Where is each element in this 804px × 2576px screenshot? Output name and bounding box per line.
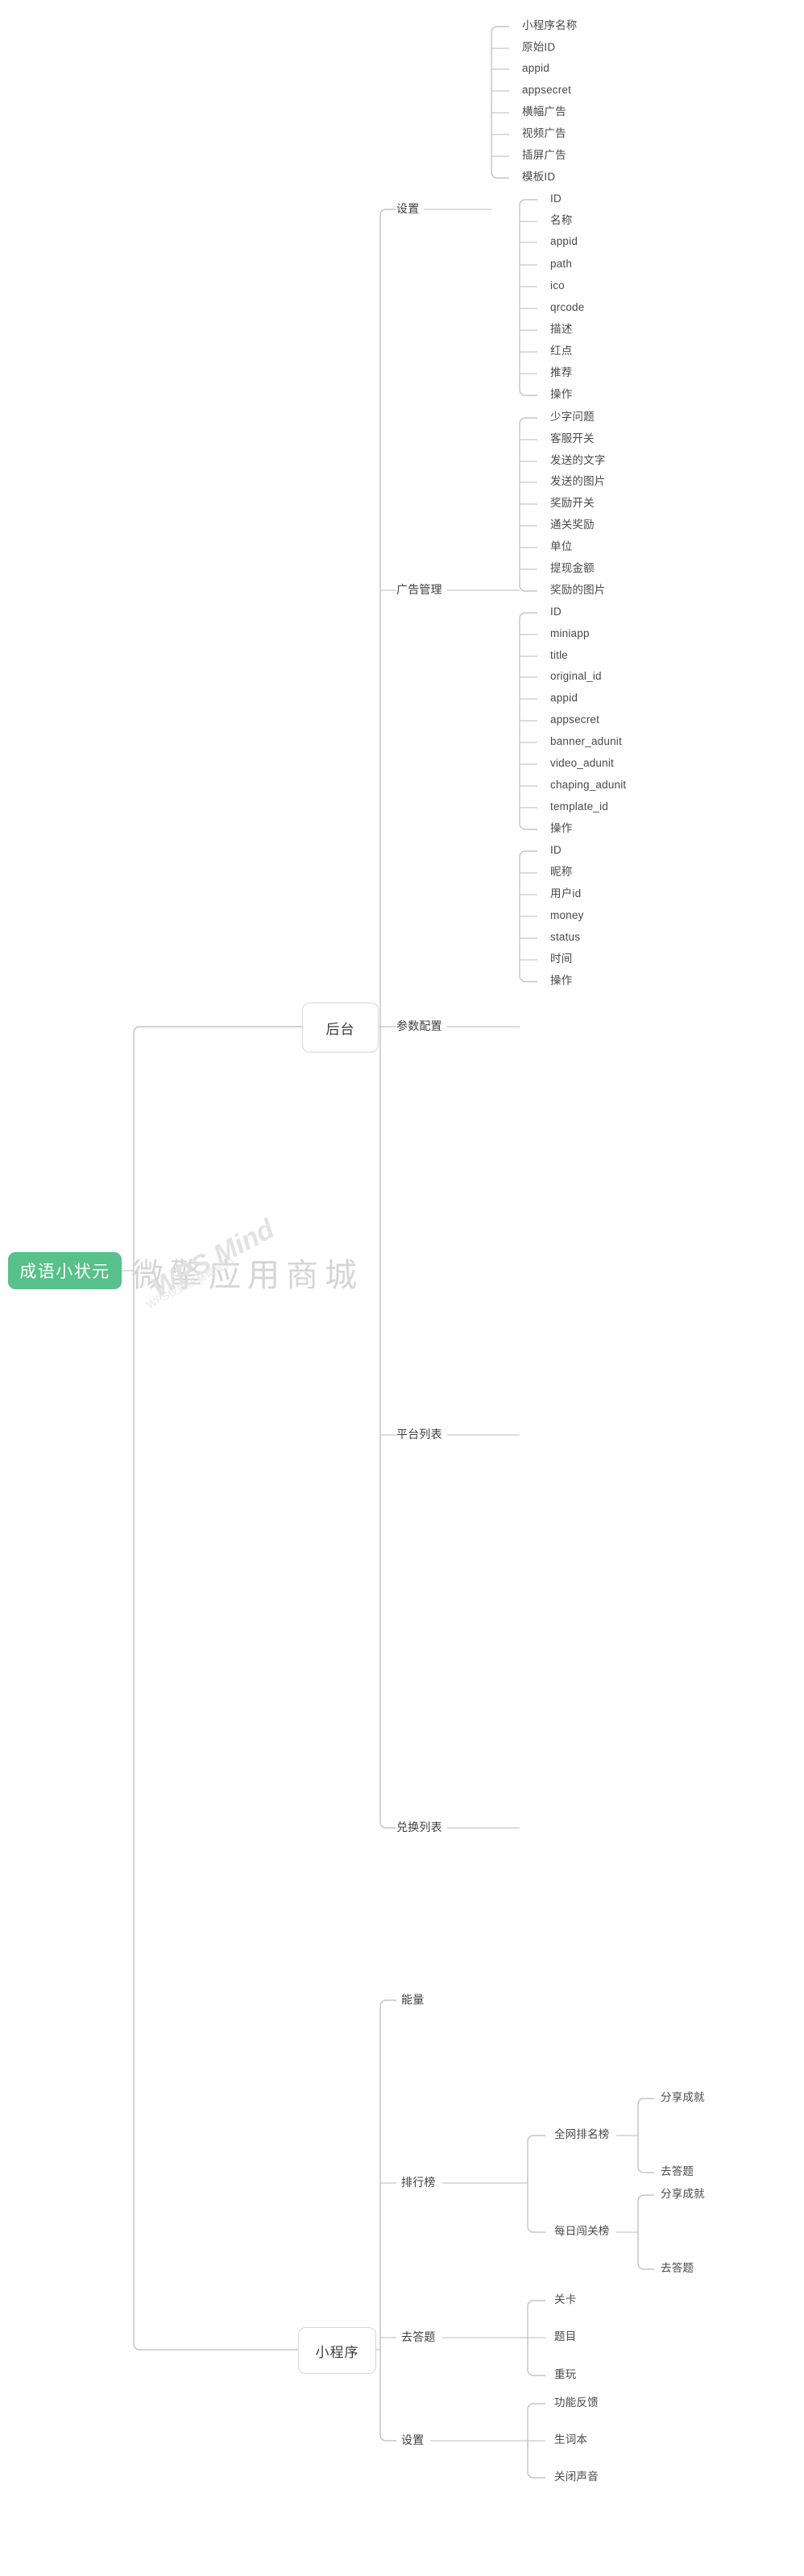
leaf-label-qrcode-1-5[interactable]: qrcode [550,302,584,313]
leaf-label-插屏广告-0-6[interactable]: 插屏广告 [522,150,566,161]
node-label-设置[interactable]: 设置 [396,203,419,214]
leaf-label-发送的图片-2-3[interactable]: 发送的图片 [550,476,606,487]
leaf-label-通关奖励-2-5[interactable]: 通关奖励 [550,519,595,531]
node-label-mini-能量-0[interactable]: 能量 [401,1994,424,2005]
node-label-mini-排行榜-1[interactable]: 排行榜 [401,2177,436,2188]
leaf-label-模板ID-0-7[interactable]: 模板ID [522,172,555,183]
leaf-label-mini-每日闯关榜-1-1[interactable]: 每日闯关榜 [554,2226,610,2237]
leaf-label-mini-生词本-3-1[interactable]: 生词本 [554,2434,587,2446]
leaf-label-操作-4-6[interactable]: 操作 [550,975,572,986]
node-label-mini-设置-3[interactable]: 设置 [401,2434,424,2446]
leaf-label-发送的文字-2-2[interactable]: 发送的文字 [550,455,606,466]
leaf-label-mini-全网排名榜-1-0[interactable]: 全网排名榜 [554,2129,610,2140]
leaf-label-少字问题-2-0[interactable]: 少字问题 [550,411,595,423]
leaf-label-奖励的图片-2-8[interactable]: 奖励的图片 [550,585,606,596]
leaf-label-ID-3-0[interactable]: ID [550,606,562,618]
leaf-label-mini-关卡-2-0[interactable]: 关卡 [554,2294,576,2305]
leaf-label-title-3-2[interactable]: title [550,650,568,661]
leaf-label-original_id-3-3[interactable]: original_id [550,671,602,682]
leaf-label-mini-功能反馈-3-0[interactable]: 功能反馈 [554,2397,599,2409]
leaf-label-横幅广告-0-4[interactable]: 横幅广告 [522,106,566,118]
leaf-label-单位-2-6[interactable]: 单位 [550,541,572,552]
leaf-label-chaping_adunit-3-8[interactable]: chaping_adunit [550,779,626,791]
leaf-label-appid-3-4[interactable]: appid [550,693,578,704]
leaf-label-名称-1-1[interactable]: 名称 [550,215,572,226]
node-label-广告管理[interactable]: 广告管理 [396,584,442,595]
leaf-label-mini-关闭声音-3-2[interactable]: 关闭声音 [554,2471,599,2483]
leaf-label-mini-题目-2-1[interactable]: 题目 [554,2331,576,2342]
leaf-label-ID-1-0[interactable]: ID [550,193,562,205]
leaf-label-mini-sub-去答题-1-1-1[interactable]: 去答题 [661,2263,694,2274]
leaf-label-money-4-3[interactable]: money [550,910,584,921]
leaf-label-用户id-4-2[interactable]: 用户id [550,888,581,899]
leaf-label-appid-0-2[interactable]: appid [522,63,549,74]
branch-node-backend[interactable]: 后台 [302,1003,379,1052]
leaf-label-status-4-4[interactable]: status [550,932,580,943]
leaf-label-奖励开关-2-4[interactable]: 奖励开关 [550,498,595,509]
node-label-参数配置[interactable]: 参数配置 [396,1020,442,1032]
leaf-label-昵称-4-1[interactable]: 昵称 [550,866,572,878]
branch-node-backend-label: 后台 [325,1021,355,1037]
leaf-label-红点-1-7[interactable]: 红点 [550,345,572,357]
leaf-label-mini-重玩-2-2[interactable]: 重玩 [554,2369,576,2380]
node-label-平台列表[interactable]: 平台列表 [396,1429,442,1440]
leaf-label-客服开关-2-1[interactable]: 客服开关 [550,433,595,444]
leaf-label-path-1-3[interactable]: path [550,258,572,270]
leaf-label-mini-sub-去答题-1-0-1[interactable]: 去答题 [661,2166,694,2177]
leaf-label-小程序名称-0-0[interactable]: 小程序名称 [522,20,578,31]
node-label-兑换列表[interactable]: 兑换列表 [396,1821,442,1833]
leaf-label-描述-1-6[interactable]: 描述 [550,324,572,335]
leaf-label-template_id-3-9[interactable]: template_id [550,801,608,812]
branch-node-miniprogram[interactable]: 小程序 [298,2327,376,2374]
leaf-label-mini-sub-分享成就-1-0-0[interactable]: 分享成就 [661,2092,705,2103]
leaf-label-操作-3-10[interactable]: 操作 [550,823,572,834]
branch-node-miniprogram-label: 小程序 [315,2344,359,2360]
leaf-label-appid-1-2[interactable]: appid [550,236,578,247]
leaf-label-banner_adunit-3-6[interactable]: banner_adunit [550,736,622,747]
leaf-label-视频广告-0-5[interactable]: 视频广告 [522,128,566,139]
leaf-label-video_adunit-3-7[interactable]: video_adunit [550,758,614,769]
root-node[interactable]: 成语小状元 [8,1252,122,1289]
leaf-label-操作-1-9[interactable]: 操作 [550,389,572,400]
root-label: 成语小状元 [19,1263,110,1281]
leaf-label-miniapp-3-1[interactable]: miniapp [550,628,590,639]
leaf-label-ID-4-0[interactable]: ID [550,845,562,856]
leaf-label-mini-sub-分享成就-1-1-0[interactable]: 分享成就 [661,2189,705,2200]
leaf-label-提现金额-2-7[interactable]: 提现金额 [550,563,595,574]
node-label-mini-去答题-2[interactable]: 去答题 [401,2331,436,2342]
leaf-label-时间-4-5[interactable]: 时间 [550,953,572,965]
leaf-label-appsecret-3-5[interactable]: appsecret [550,714,599,726]
leaf-label-原始ID-0-1[interactable]: 原始ID [522,42,555,53]
leaf-label-推荐-1-8[interactable]: 推荐 [550,367,572,378]
leaf-label-ico-1-4[interactable]: ico [550,280,565,292]
leaf-label-appsecret-0-3[interactable]: appsecret [522,85,571,96]
